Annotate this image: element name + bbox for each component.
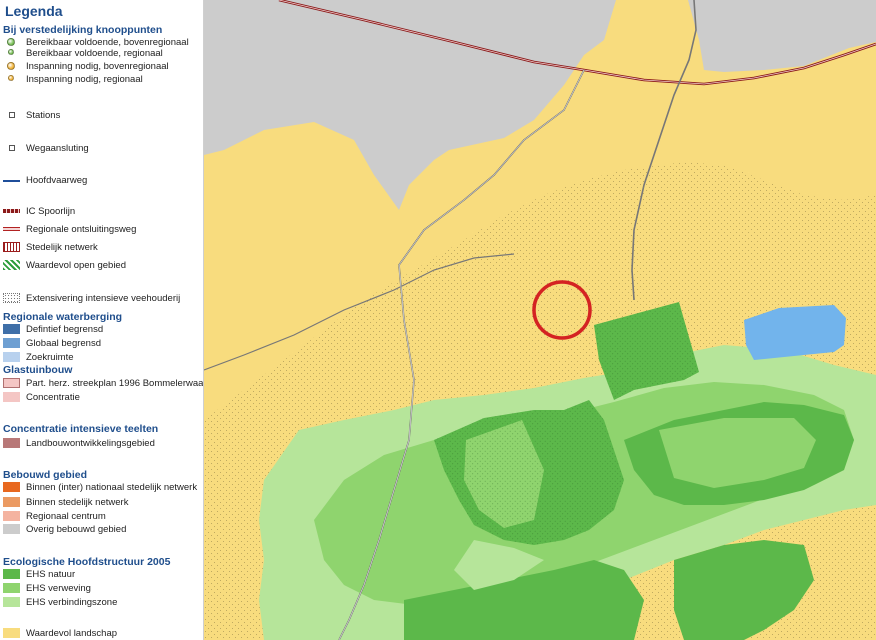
- legend-wegaansluting-label: Wegaansluting: [26, 143, 89, 154]
- legend-regionaal-inspanning-symbol-icon: [8, 75, 14, 81]
- legend-definitief-begrensd: Defintief begrensd: [0, 323, 203, 336]
- legend-stations: Stations: [0, 109, 203, 122]
- legend-regionaal-voldoende: Bereikbaar voldoende, regionaal: [0, 47, 203, 60]
- legend-stations-label: Stations: [26, 110, 61, 121]
- legend-ehs-verweving: EHS verweving: [0, 582, 203, 595]
- legend-wegaansluting-symbol-icon: [9, 145, 15, 151]
- legend-streekplan: Part. herz. streekplan 1996 Bommelerwaar…: [0, 377, 204, 390]
- legend-stedelijk-netwerk-symbol-icon: [3, 242, 20, 252]
- legend-regionale-ontsluitingsweg-symbol-icon: [3, 227, 20, 231]
- legend-landbouwontwikkelingsgebied-symbol-icon: [3, 438, 20, 448]
- legend-hoofdvaarweg: Hoofdvaarweg: [0, 174, 203, 187]
- legend-ehs-verweving-label: EHS verweving: [26, 583, 91, 594]
- sec-bebouwd-gebied: Bebouwd gebied: [3, 469, 87, 481]
- legend-extensivering-label: Extensivering intensieve veehouderij: [26, 293, 181, 304]
- legend-hoofdvaarweg-label: Hoofdvaarweg: [26, 175, 88, 186]
- legend-waardevol-open-gebied-symbol-icon: [3, 260, 20, 270]
- legend-regionaal-voldoende-label: Bereikbaar voldoende, regionaal: [26, 48, 163, 59]
- legend-streekplan-label: Part. herz. streekplan 1996 Bommelerwaar…: [26, 378, 204, 389]
- legend-regionaal-inspanning-label: Inspanning nodig, regionaal: [26, 74, 143, 85]
- sec-knooppunten: Bij verstedelijking knooppunten: [3, 24, 163, 36]
- legend-binnen-stedelijk-symbol-icon: [3, 497, 20, 507]
- legend-hoofdvaarweg-symbol-icon: [3, 180, 20, 182]
- legend-bovenregionaal-inspanning-label: Inspanning nodig, bovenregionaal: [26, 61, 169, 72]
- legend-waardevol-landschap-symbol-icon: [3, 628, 20, 638]
- legend-panel: Legenda Bij verstedelijking knooppunten R…: [0, 0, 204, 640]
- legend-wegaansluting: Wegaansluting: [0, 142, 203, 155]
- legend-extensivering: Extensivering intensieve veehouderij: [0, 292, 203, 305]
- legend-binnen-nationaal-symbol-icon: [3, 482, 20, 492]
- legend-binnen-stedelijk-label: Binnen stedelijk netwerk: [26, 497, 129, 508]
- legend-regionaal-centrum: Regionaal centrum: [0, 510, 203, 523]
- legend-bovenregionaal-inspanning: Inspanning nodig, bovenregionaal: [0, 60, 203, 73]
- legend-ehs-verbindingszone-label: EHS verbindingszone: [26, 597, 118, 608]
- legend-bovenregionaal-inspanning-symbol-icon: [7, 62, 15, 70]
- legend-zoekruimte: Zoekruimte: [0, 351, 203, 364]
- legend-zoekruimte-symbol-icon: [3, 352, 20, 362]
- sec-ehs: Ecologische Hoofdstructuur 2005: [3, 556, 171, 568]
- legend-globaal-begrensd-symbol-icon: [3, 338, 20, 348]
- legend-definitief-begrensd-symbol-icon: [3, 324, 20, 334]
- map-view[interactable]: [204, 0, 876, 640]
- legend-regionale-ontsluitingsweg-label: Regionale ontsluitingsweg: [26, 224, 137, 235]
- legend-ehs-verbindingszone-symbol-icon: [3, 597, 20, 607]
- legend-ehs-natuur-symbol-icon: [3, 569, 20, 579]
- legend-waardevol-open-gebied: Waardevol open gebied: [0, 259, 203, 272]
- legend-overig-bebouwd-symbol-icon: [3, 524, 20, 534]
- legend-binnen-nationaal-label: Binnen (inter) nationaal stedelijk netwe…: [26, 482, 198, 493]
- legend-regionaal-inspanning: Inspanning nodig, regionaal: [0, 73, 203, 86]
- legend-streekplan-symbol-icon: [3, 378, 20, 388]
- legend-stedelijk-netwerk-label: Stedelijk netwerk: [26, 242, 98, 253]
- legend-regionaal-voldoende-symbol-icon: [8, 49, 14, 55]
- legend-regionale-ontsluitingsweg: Regionale ontsluitingsweg: [0, 223, 203, 236]
- legend-definitief-begrensd-label: Defintief begrensd: [26, 324, 104, 335]
- legend-waardevol-open-gebied-label: Waardevol open gebied: [26, 260, 126, 271]
- legend-landbouwontwikkelingsgebied: Landbouwontwikkelingsgebied: [0, 437, 203, 450]
- legend-stations-symbol-icon: [9, 112, 15, 118]
- sec-glastuinbouw: Glastuinbouw: [3, 364, 73, 376]
- legend-waardevol-landschap: Waardevol landschap: [0, 627, 203, 640]
- legend-ic-spoorlijn: IC Spoorlijn: [0, 205, 203, 218]
- legend-binnen-stedelijk: Binnen stedelijk netwerk: [0, 496, 203, 509]
- legend-regionaal-centrum-symbol-icon: [3, 511, 20, 521]
- legend-zoekruimte-label: Zoekruimte: [26, 352, 74, 363]
- legend-ehs-natuur-label: EHS natuur: [26, 569, 76, 580]
- legend-ic-spoorlijn-symbol-icon: [3, 209, 20, 213]
- legend-globaal-begrensd: Globaal begrensd: [0, 337, 203, 350]
- legend-title: Legenda: [5, 3, 63, 19]
- legend-overig-bebouwd: Overig bebouwd gebied: [0, 523, 203, 536]
- legend-concentratie-label: Concentratie: [26, 392, 80, 403]
- legend-ic-spoorlijn-label: IC Spoorlijn: [26, 206, 76, 217]
- legend-concentratie: Concentratie: [0, 391, 203, 404]
- legend-ehs-natuur: EHS natuur: [0, 568, 203, 581]
- legend-ehs-verweving-symbol-icon: [3, 583, 20, 593]
- legend-stedelijk-netwerk: Stedelijk netwerk: [0, 241, 203, 254]
- legend-binnen-nationaal: Binnen (inter) nationaal stedelijk netwe…: [0, 481, 203, 494]
- legend-regionaal-centrum-label: Regionaal centrum: [26, 511, 106, 522]
- legend-concentratie-symbol-icon: [3, 392, 20, 402]
- legend-waardevol-landschap-label: Waardevol landschap: [26, 628, 118, 639]
- legend-landbouwontwikkelingsgebied-label: Landbouwontwikkelingsgebied: [26, 438, 155, 449]
- sec-waterberging: Regionale waterberging: [3, 311, 123, 323]
- legend-extensivering-symbol-icon: [3, 293, 20, 303]
- legend-ehs-verbindingszone: EHS verbindingszone: [0, 596, 203, 609]
- map-canvas[interactable]: [204, 0, 876, 640]
- legend-bovenregionaal-voldoende-symbol-icon: [7, 38, 15, 46]
- legend-globaal-begrensd-label: Globaal begrensd: [26, 338, 101, 349]
- sec-intensieve-teelten: Concentratie intensieve teelten: [3, 423, 159, 435]
- legend-overig-bebouwd-label: Overig bebouwd gebied: [26, 524, 127, 535]
